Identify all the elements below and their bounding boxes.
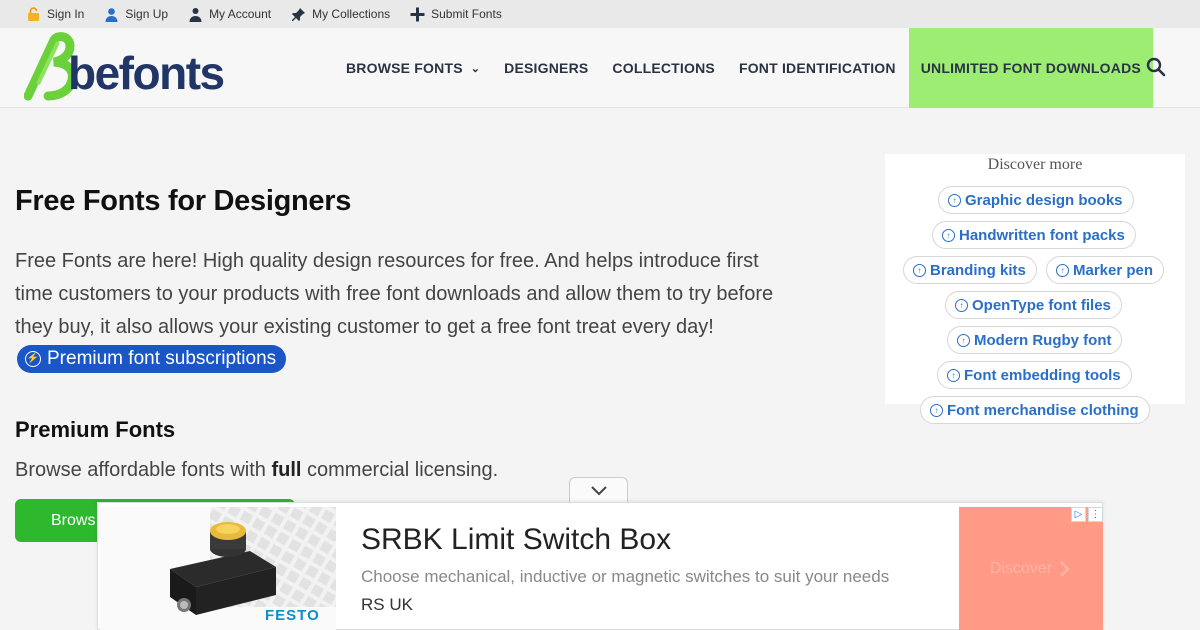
premium-sub-bold: full [271, 459, 302, 481]
arrow-circle-icon: ↑ [955, 298, 968, 312]
sign-up-label: Sign Up [125, 7, 169, 21]
site-header: befonts BROWSE FONTS ⌄ DESIGNERS COLLECT… [0, 28, 1200, 108]
nav-browse-fonts[interactable]: BROWSE FONTS ⌄ [334, 28, 492, 108]
my-account-link[interactable]: My Account [188, 7, 271, 22]
chevron-down-icon: ⌄ [470, 62, 481, 75]
search-icon[interactable] [1146, 57, 1166, 77]
premium-fonts-subtitle: Browse affordable fonts with full commer… [15, 459, 498, 482]
submit-fonts-link[interactable]: Submit Fonts [410, 7, 502, 22]
ad-source: RS UK [361, 595, 413, 614]
discover-item-label: Branding kits [930, 261, 1026, 279]
nav-font-identification[interactable]: FONT IDENTIFICATION [727, 28, 908, 108]
nav-unlimited-font-downloads[interactable]: UNLIMITED FONT DOWNLOADS [908, 28, 1153, 108]
ad-description: Choose mechanical, inductive or magnetic… [361, 567, 890, 586]
arrow-circle-icon: ↑ [947, 368, 960, 382]
main-nav: BROWSE FONTS ⌄ DESIGNERS COLLECTIONS FON… [334, 28, 1153, 108]
discover-item[interactable]: ↑ Font embedding tools [937, 361, 1132, 389]
sign-in-icon [28, 6, 39, 21]
discover-item[interactable]: ↑ Modern Rugby font [947, 326, 1123, 354]
discover-item-label: OpenType font files [972, 296, 1111, 314]
bolt-icon: ⚡ [25, 350, 41, 367]
discover-item[interactable]: ↑ Handwritten font packs [932, 221, 1136, 249]
premium-sub-text-end: commercial licensing. [301, 459, 499, 481]
submit-fonts-label: Submit Fonts [431, 7, 502, 21]
top-utility-bar: Sign In Sign Up My Account My Collection… [0, 0, 1200, 28]
discover-item[interactable]: ↑ OpenType font files [945, 291, 1122, 319]
sign-up-link[interactable]: Sign Up [104, 7, 168, 22]
ad-headline[interactable]: SRBK Limit Switch Box [361, 523, 671, 557]
nav-font-identification-label: FONT IDENTIFICATION [738, 60, 896, 76]
ad-cta-label: Discover [989, 560, 1053, 577]
arrow-circle-icon: ↑ [1056, 263, 1069, 277]
arrow-circle-icon: ↑ [942, 228, 955, 242]
intro-text: Free Fonts are here! High quality design… [15, 250, 774, 338]
site-logo[interactable]: befonts [24, 32, 254, 104]
discover-item-label: Graphic design books [965, 191, 1123, 209]
my-account-label: My Account [209, 7, 272, 21]
arrow-circle-icon: ↑ [930, 403, 943, 417]
discover-item[interactable]: ↑ Font merchandise clothing [920, 396, 1150, 424]
chevron-right-icon [1060, 561, 1070, 577]
discover-item-label: Modern Rugby font [974, 331, 1112, 349]
nav-collections[interactable]: COLLECTIONS [600, 28, 727, 108]
nav-unlimited-label: UNLIMITED FONT DOWNLOADS [920, 60, 1141, 76]
discover-item-label: Handwritten font packs [959, 226, 1125, 244]
premium-fonts-heading: Premium Fonts [15, 417, 176, 442]
discover-more-title: Discover more [987, 156, 1083, 173]
premium-subscriptions-pill[interactable]: ⚡ Premium font subscriptions [17, 344, 287, 373]
discover-item-label: Marker pen [1073, 261, 1154, 279]
pin-icon [292, 7, 306, 21]
logo-wordmark: befonts [68, 47, 225, 99]
my-collections-link[interactable]: My Collections [291, 7, 390, 22]
nav-designers-label: DESIGNERS [504, 60, 589, 76]
ad-cta-button[interactable]: Discover [959, 507, 1103, 630]
plus-icon [410, 7, 425, 21]
ad-brand-logo: FESTO [265, 607, 320, 624]
intro-paragraph: Free Fonts are here! High quality design… [15, 245, 785, 377]
ad-collapse-button[interactable] [569, 477, 628, 503]
ad-product-image[interactable]: FESTO [100, 507, 336, 630]
discover-item[interactable]: ↑ Marker pen [1046, 256, 1165, 284]
arrow-circle-icon: ↑ [913, 263, 926, 277]
ad-options-icon[interactable]: ⋮ [1088, 507, 1103, 522]
discover-item[interactable]: ↑ Graphic design books [938, 186, 1134, 214]
page-title: Free Fonts for Designers [15, 185, 352, 217]
discover-item[interactable]: ↑ Branding kits [903, 256, 1037, 284]
nav-browse-fonts-label: BROWSE FONTS [346, 60, 463, 76]
account-icon [189, 7, 202, 22]
discover-item-label: Font embedding tools [964, 366, 1121, 384]
ad-choices[interactable]: ▷ ⋮ [1071, 507, 1103, 523]
anchor-ad[interactable]: FESTO SRBK Limit Switch Box Choose mecha… [97, 502, 1103, 630]
arrow-circle-icon: ↑ [948, 193, 961, 207]
user-icon [105, 7, 118, 22]
chevron-down-icon [590, 485, 607, 495]
discover-item-label: Font merchandise clothing [947, 401, 1139, 419]
premium-pill-label: Premium font subscriptions [47, 348, 277, 370]
my-collections-label: My Collections [312, 7, 391, 21]
premium-sub-text: Browse affordable fonts with [15, 459, 272, 481]
browse-button-label: Brows [51, 511, 96, 529]
sign-in-label: Sign In [47, 7, 85, 21]
nav-designers[interactable]: DESIGNERS [492, 28, 600, 108]
sign-in-link[interactable]: Sign In [26, 6, 85, 22]
ad-choices-icon[interactable]: ▷ [1071, 507, 1086, 522]
nav-collections-label: COLLECTIONS [612, 60, 715, 76]
arrow-circle-icon: ↑ [957, 333, 970, 347]
